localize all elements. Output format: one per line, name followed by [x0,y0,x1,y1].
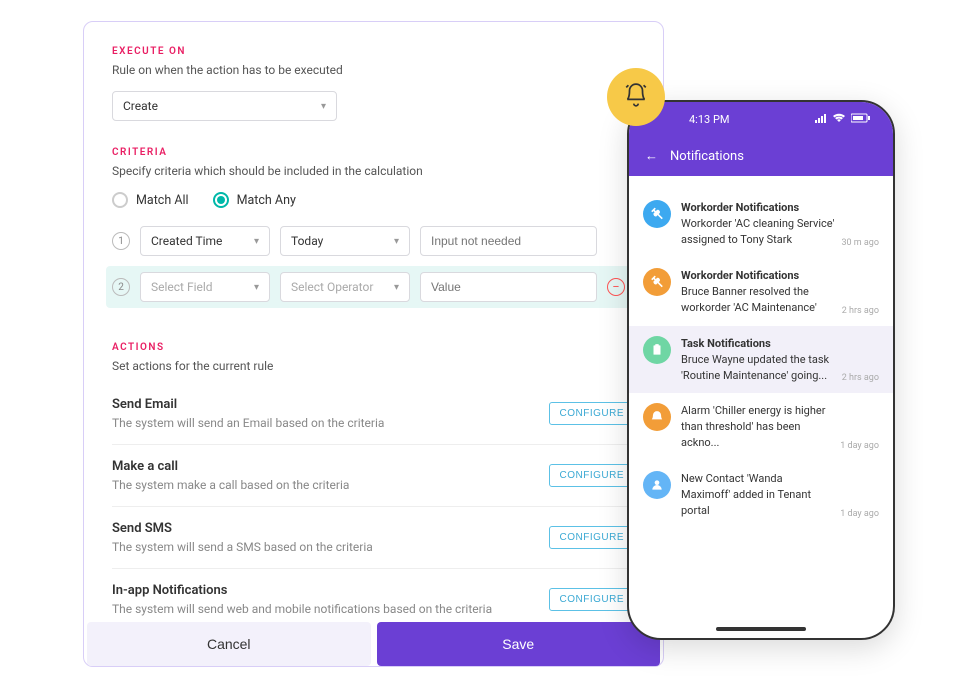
match-all-label: Match All [136,193,189,208]
notification-title: Workorder Notifications [681,200,835,216]
chevron-down-icon: ▾ [254,282,259,293]
action-desc: The system make a call based on the crit… [112,478,349,492]
action-desc: The system will send web and mobile noti… [112,602,492,616]
notification-body: Alarm 'Chiller energy is higher than thr… [681,404,825,449]
phone-header-title: Notifications [670,149,744,164]
radio-icon [213,192,229,208]
chevron-down-icon: ▾ [321,101,326,112]
configure-button[interactable]: CONFIGURE [549,402,636,425]
notification-timestamp: 1 day ago [840,509,879,519]
action-title: Send Email [112,397,384,412]
notification-item[interactable]: Task NotificationsBruce Wayne updated th… [629,326,893,394]
notification-body: Workorder 'AC cleaning Service' assigned… [681,217,834,246]
execute-select-value: Create [123,99,158,113]
footer: Cancel Save [84,622,663,666]
battery-icon [851,113,871,126]
phone-header: ← Notifications [629,136,893,176]
criteria-label: CRITERIA [112,147,635,158]
notification-item[interactable]: Workorder NotificationsWorkorder 'AC cle… [629,190,893,258]
notification-timestamp: 2 hrs ago [842,373,879,383]
criteria-row: 1 Created Time ▾ Today ▾ [112,226,635,256]
radio-icon [112,192,128,208]
phone-status-icons [815,113,871,126]
notification-title: Workorder Notifications [681,268,836,284]
remove-criteria-button[interactable]: − [607,278,625,296]
bell-icon [623,82,649,112]
criteria-desc: Specify criteria which should be include… [112,164,635,178]
execute-desc: Rule on when the action has to be execut… [112,63,635,77]
criteria-field-value: Created Time [151,234,222,248]
wifi-icon [832,113,846,126]
tools-icon [643,268,671,296]
action-item: Make a call The system make a call based … [112,444,635,506]
criteria-operator-select[interactable]: Select Operator ▾ [280,272,410,302]
criteria-operator-value: Today [291,234,323,248]
rule-panel: EXECUTE ON Rule on when the action has t… [83,21,664,667]
chevron-down-icon: ▾ [394,236,399,247]
alarm-icon [643,403,671,431]
notification-item[interactable]: Workorder NotificationsBruce Banner reso… [629,258,893,326]
chevron-down-icon: ▾ [394,282,399,293]
action-item: Send SMS The system will send a SMS based… [112,506,635,568]
action-item: Send Email The system will send an Email … [112,383,635,444]
phone-status-bar: 4:13 PM [629,102,893,136]
tools-icon [643,200,671,228]
chevron-down-icon: ▾ [254,236,259,247]
match-any-label: Match Any [237,193,296,208]
phone-preview: 4:13 PM ← Notifications Workorder Notifi… [627,100,895,640]
execute-select[interactable]: Create ▾ [112,91,337,121]
notification-timestamp: 30 m ago [841,238,879,248]
action-item: In-app Notifications The system will send… [112,568,635,630]
match-radio-group: Match All Match Any [112,192,635,208]
action-title: Make a call [112,459,349,474]
user-icon [643,471,671,499]
bell-badge [607,68,665,126]
criteria-field-select[interactable]: Created Time ▾ [140,226,270,256]
criteria-operator-select[interactable]: Today ▾ [280,226,410,256]
notification-list[interactable]: Workorder NotificationsWorkorder 'AC cle… [629,176,893,638]
cancel-button[interactable]: Cancel [87,622,371,666]
notification-body: New Contact 'Wanda Maximoff' added in Te… [681,472,811,517]
match-any-radio[interactable]: Match Any [213,192,296,208]
configure-button[interactable]: CONFIGURE [549,464,636,487]
action-desc: The system will send a SMS based on the … [112,540,373,554]
notification-item[interactable]: New Contact 'Wanda Maximoff' added in Te… [629,461,893,529]
save-button[interactable]: Save [377,622,661,666]
action-title: Send SMS [112,521,373,536]
notification-timestamp: 2 hrs ago [842,306,879,316]
actions-desc: Set actions for the current rule [112,359,635,373]
execute-label: EXECUTE ON [112,46,635,57]
actions-label: ACTIONS [112,342,635,353]
match-all-radio[interactable]: Match All [112,192,189,208]
notification-title: Task Notifications [681,336,836,352]
configure-button[interactable]: CONFIGURE [549,526,636,549]
criteria-value-input[interactable] [420,226,597,256]
home-indicator [716,627,806,631]
criteria-operator-value: Select Operator [291,280,373,294]
criteria-value-input[interactable] [420,272,597,302]
notification-timestamp: 1 day ago [840,441,879,451]
criteria-field-value: Select Field [151,280,213,294]
criteria-number: 2 [112,278,130,296]
action-title: In-app Notifications [112,583,492,598]
notification-item[interactable]: Alarm 'Chiller energy is higher than thr… [629,393,893,461]
action-desc: The system will send an Email based on t… [112,416,384,430]
criteria-field-select[interactable]: Select Field ▾ [140,272,270,302]
criteria-row: 2Select Field▾Select Operator▾−+ [106,266,641,308]
notification-body: Bruce Banner resolved the workorder 'AC … [681,285,817,314]
signal-icon [815,113,827,126]
notification-body: Bruce Wayne updated the task 'Routine Ma… [681,353,829,382]
configure-button[interactable]: CONFIGURE [549,588,636,611]
phone-time: 4:13 PM [689,113,729,126]
back-icon[interactable]: ← [645,148,658,164]
criteria-number: 1 [112,232,130,250]
clipboard-icon [643,336,671,364]
